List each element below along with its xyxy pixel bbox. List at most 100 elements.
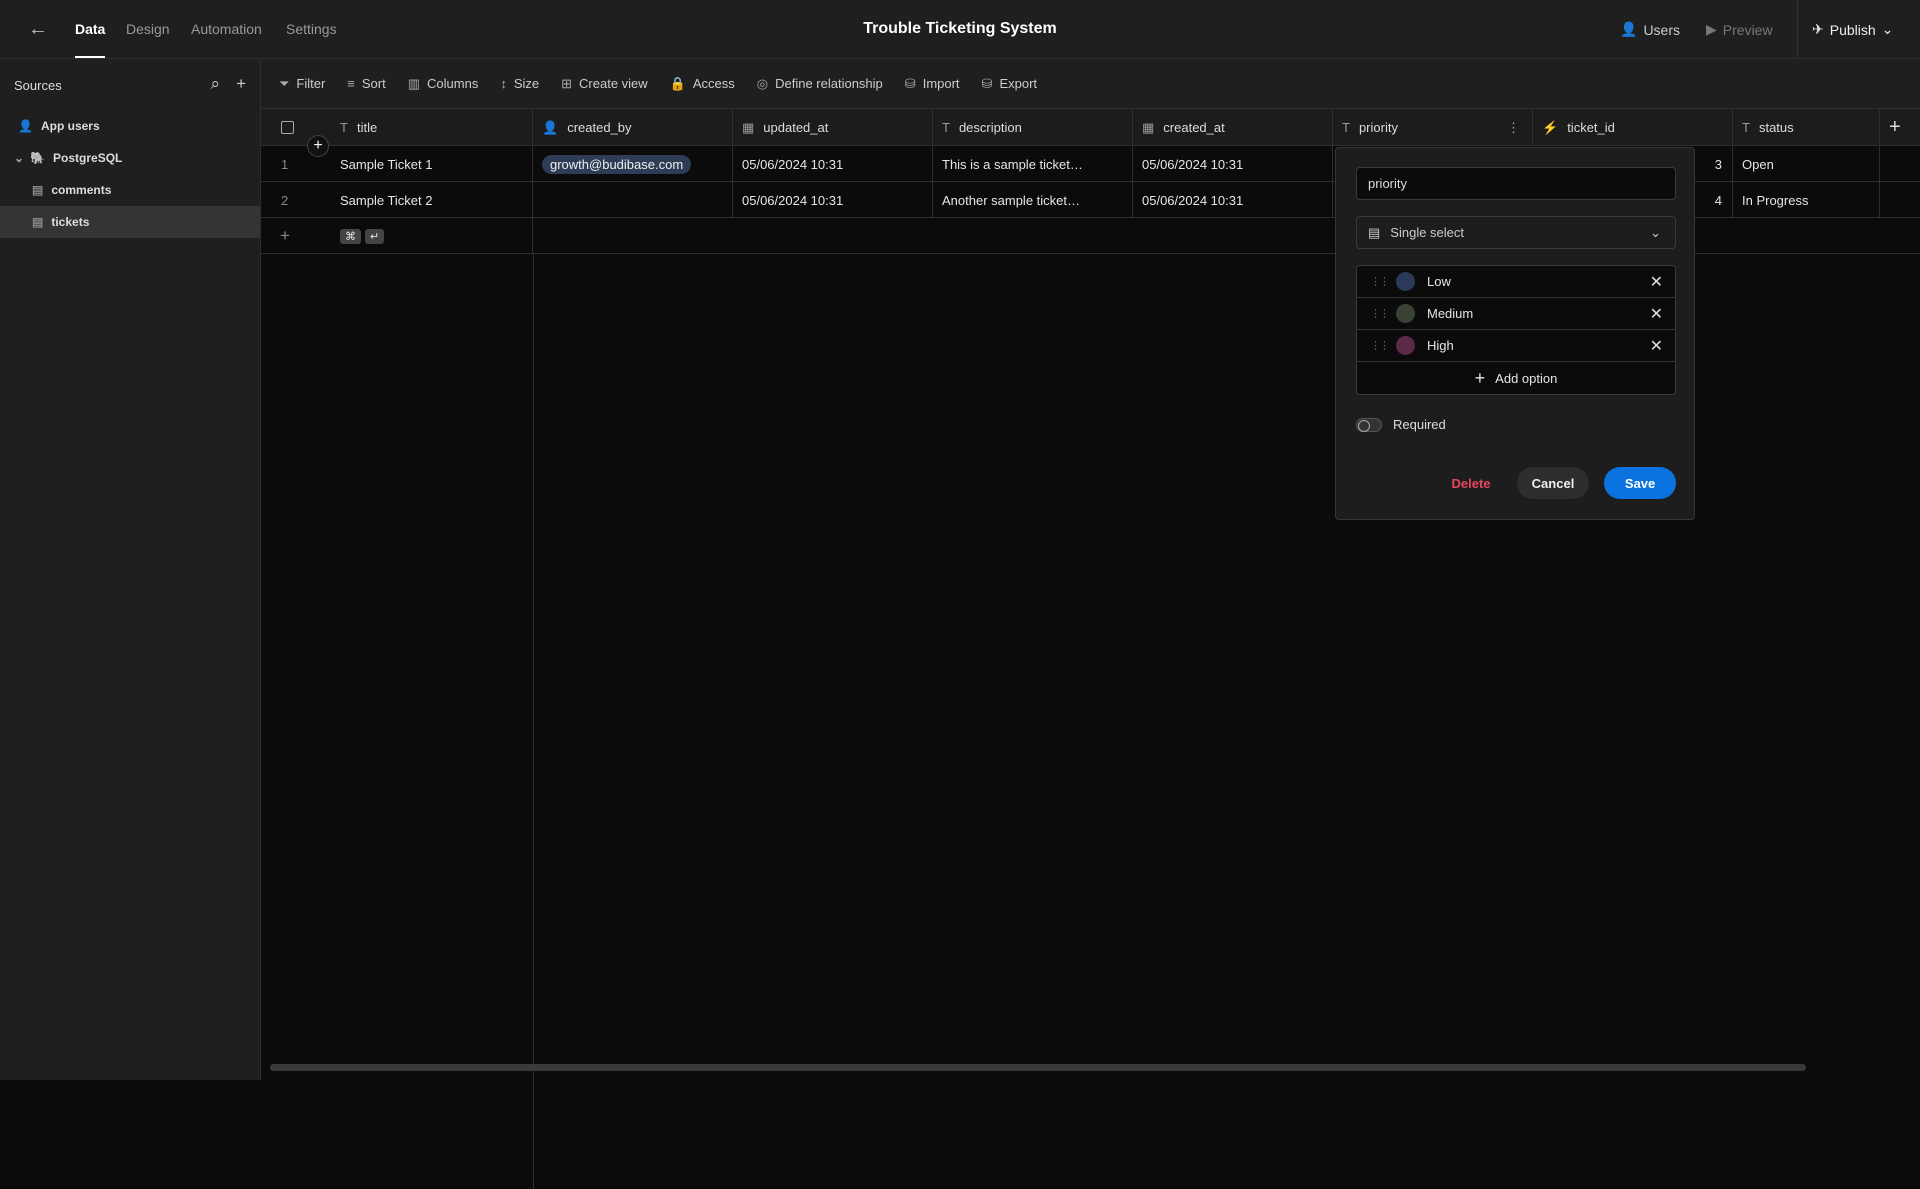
cell-title[interactable]: Sample Ticket 1 [331, 146, 533, 182]
define-relationship-button[interactable]: ◎ Define relationship [757, 76, 883, 92]
users-label: Users [1643, 21, 1680, 38]
drag-handle-icon[interactable]: ⋮⋮ [1370, 307, 1390, 320]
column-header-updated-at[interactable]: ▦ updated_at [733, 109, 933, 146]
preview-button[interactable]: ▶ Preview [1706, 21, 1773, 38]
sort-button[interactable]: ≡ Sort [347, 76, 385, 91]
enter-key: ↵ [365, 228, 385, 244]
column-type-select[interactable]: ▤ Single select ⌄ [1356, 216, 1676, 249]
color-swatch[interactable] [1396, 336, 1415, 355]
table-icon: ▤ [32, 183, 44, 197]
search-icon[interactable]: ⌕ [211, 74, 221, 94]
column-label: description [958, 120, 1022, 135]
publish-button[interactable]: ✈ Publish ⌄ [1812, 21, 1893, 38]
column-name-input[interactable]: priority [1356, 167, 1676, 200]
cancel-button[interactable]: Cancel [1517, 467, 1589, 499]
publish-label: Publish [1829, 21, 1876, 38]
column-header-priority[interactable]: Tpriority ⋮ [1333, 109, 1533, 146]
play-icon: ▶ [1706, 21, 1717, 37]
required-label: Required [1393, 417, 1446, 432]
cell-status[interactable]: Open [1733, 146, 1880, 182]
sidebar-item-label: PostgreSQL [53, 151, 123, 165]
column-label: created_at [1163, 120, 1225, 135]
drag-handle-icon[interactable]: ⋮⋮ [1370, 339, 1390, 352]
option-label[interactable]: Low [1427, 274, 1451, 289]
cell-status[interactable]: In Progress [1733, 182, 1880, 218]
sidebar-item-postgresql[interactable]: ⌄ 🐘 PostgreSQL [0, 142, 260, 174]
user-icon: 👤 [1620, 21, 1638, 37]
row-number: 1 [281, 156, 289, 172]
cell-updated-at[interactable]: 05/06/2024 10:31 [733, 182, 933, 218]
toolbar: ⏷ Filter ≡ Sort ▥ Columns ↕ Size ⊞ Create vie… [261, 59, 1920, 109]
import-button[interactable]: ⛁ Import [905, 76, 960, 92]
save-button[interactable]: Save [1604, 467, 1676, 499]
text-icon: T [1742, 120, 1750, 135]
size-icon: ↕ [500, 76, 507, 91]
close-icon[interactable]: ✕ [1650, 304, 1663, 324]
user-pill: growth@budibase.com [542, 154, 692, 174]
user-icon: 👤 [542, 119, 559, 135]
postgresql-icon: 🐘 [30, 151, 46, 165]
label: Import [922, 75, 960, 91]
export-button[interactable]: ⛁ Export [982, 76, 1037, 92]
divider [1797, 0, 1798, 59]
columns-icon: ▥ [407, 75, 421, 91]
color-swatch[interactable] [1396, 304, 1415, 323]
cell-title[interactable]: Sample Ticket 2 [331, 182, 533, 218]
cell-created-by[interactable]: growth@budibase.com [533, 146, 733, 182]
sidebar-item-app-users[interactable]: 👤 App users [0, 110, 260, 142]
create-view-icon: ⊞ [561, 75, 573, 91]
column-label: status [1758, 120, 1794, 135]
cell-description[interactable]: Another sample ticket… [933, 182, 1133, 218]
preview-label: Preview [1722, 21, 1773, 38]
label: Create view [579, 75, 648, 91]
add-source-icon[interactable]: + [236, 74, 246, 94]
column-header-created-at[interactable]: ▦ created_at [1133, 109, 1333, 146]
add-option-button[interactable]: + Add option [1357, 362, 1675, 394]
close-icon[interactable]: ✕ [1650, 336, 1663, 356]
access-button[interactable]: 🔒 Access [670, 76, 735, 92]
option-row-medium: ⋮⋮ Medium ✕ [1357, 298, 1675, 330]
column-header-ticket-id[interactable]: ⚡ ticket_id [1533, 109, 1733, 146]
cell-created-by[interactable] [533, 182, 733, 218]
drag-handle-icon[interactable]: ⋮⋮ [1370, 275, 1390, 288]
required-toggle[interactable] [1356, 418, 1382, 432]
column-header-description[interactable]: Tdescription [933, 109, 1133, 146]
text-icon: T [1342, 120, 1350, 135]
option-label[interactable]: High [1427, 338, 1454, 353]
delete-button[interactable]: Delete [1436, 467, 1506, 499]
column-header-title[interactable]: Ttitle [331, 109, 533, 146]
columns-button[interactable]: ▥ Columns [408, 76, 479, 92]
label: Export [999, 75, 1038, 91]
column-header-status[interactable]: Tstatus [1733, 109, 1880, 146]
horizontal-scrollbar[interactable] [270, 1064, 1806, 1071]
users-button[interactable]: 👤 Users [1620, 21, 1680, 38]
chevron-down-icon: ⌄ [1881, 21, 1894, 37]
color-swatch[interactable] [1396, 272, 1415, 291]
lock-icon: 🔒 [669, 75, 686, 91]
option-label[interactable]: Medium [1427, 306, 1473, 321]
cell-created-at[interactable]: 05/06/2024 10:31 [1133, 146, 1333, 182]
cell-created-at[interactable]: 05/06/2024 10:31 [1133, 182, 1333, 218]
filter-button[interactable]: ⏷ Filter [279, 76, 325, 92]
sidebar-item-comments[interactable]: ▤ comments [0, 174, 260, 206]
calendar-icon: ▦ [742, 119, 755, 135]
create-view-button[interactable]: ⊞ Create view [561, 76, 648, 92]
more-vertical-icon[interactable]: ⋮ [1507, 120, 1520, 136]
cell-updated-at[interactable]: 05/06/2024 10:31 [733, 146, 933, 182]
column-label: ticket_id [1567, 120, 1615, 135]
sidebar-item-tickets[interactable]: ▤ tickets [0, 206, 260, 238]
cell-description[interactable]: This is a sample ticket… [933, 146, 1133, 182]
add-column-button[interactable]: + [1880, 109, 1920, 146]
export-icon: ⛁ [981, 75, 993, 91]
sources-header: Sources [14, 78, 62, 93]
add-option-label: Add option [1495, 370, 1558, 386]
add-row-icon[interactable]: + [261, 218, 331, 254]
text-icon: T [942, 120, 950, 135]
close-icon[interactable]: ✕ [1650, 272, 1663, 292]
column-header-created-by[interactable]: 👤 created_by [533, 109, 733, 146]
filter-icon: ⏷ [279, 75, 290, 91]
users-icon: 👤 [18, 119, 33, 133]
size-button[interactable]: ↕ Size [500, 76, 539, 91]
row-number: 2 [281, 192, 289, 208]
column-label: priority [1358, 120, 1398, 135]
